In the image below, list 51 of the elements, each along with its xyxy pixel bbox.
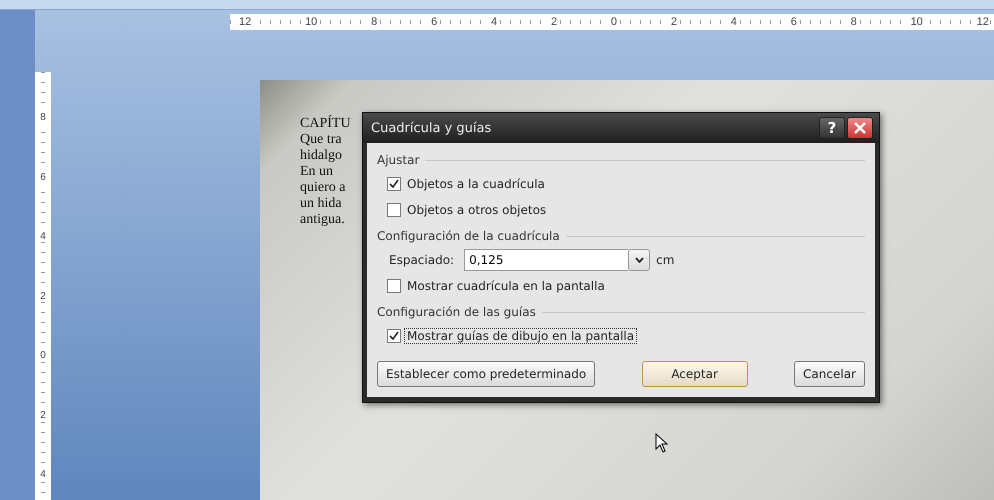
dialog-button[interactable]: Cancelar	[794, 361, 865, 387]
ruler-number: 2	[550, 16, 558, 28]
ruler-number: 8	[370, 16, 378, 28]
section-heading: Configuración de la cuadrícula	[377, 229, 560, 243]
dialog-button[interactable]: Aceptar	[642, 361, 748, 387]
ruler-number: 6	[40, 172, 46, 182]
ruler-number: 10	[910, 16, 924, 28]
document-text: CAPÍTU	[300, 116, 351, 132]
dialog-title: Cuadrícula y guías	[371, 120, 492, 136]
close-icon	[854, 122, 866, 134]
dialog-button[interactable]: Establecer como predeterminado	[377, 361, 596, 387]
document-text: hidalgo	[300, 148, 342, 164]
ruler-number: 2	[670, 16, 678, 28]
checkbox[interactable]	[387, 329, 401, 343]
close-button[interactable]	[847, 117, 873, 139]
checkbox[interactable]	[387, 279, 401, 293]
document-text: Que tra	[300, 132, 342, 148]
chevron-down-icon	[634, 257, 644, 263]
mouse-pointer-icon	[655, 433, 669, 453]
ruler-number: 0	[610, 16, 618, 28]
ruler-number: 4	[40, 231, 46, 242]
checkbox-label[interactable]: Mostrar guías de dibujo en la pantalla	[405, 329, 636, 343]
ruler-number: 6	[430, 16, 438, 28]
ruler-number: 4	[730, 16, 738, 28]
checkbox-label[interactable]: Objetos a otros objetos	[405, 203, 548, 217]
ruler-number: 8	[40, 112, 46, 123]
ruler-number: 10	[304, 16, 318, 28]
help-button[interactable]: ?	[819, 117, 845, 139]
checkbox[interactable]	[387, 203, 401, 217]
checkbox[interactable]	[387, 177, 401, 191]
field-label: Espaciado:	[388, 253, 456, 267]
ruler-number: 2	[40, 290, 46, 302]
unit-label: cm	[655, 253, 676, 267]
checkbox-label[interactable]: Mostrar cuadrícula en la pantalla	[405, 279, 607, 293]
spacing-input-field[interactable]: 0,125	[464, 249, 628, 271]
section-heading: Ajustar	[377, 153, 420, 167]
ruler-number: 4	[490, 16, 498, 28]
ruler-number: 0	[40, 350, 46, 361]
document-text: En un	[300, 164, 334, 180]
ruler-number: 12	[976, 16, 990, 28]
document-text: un hida	[300, 196, 342, 212]
ruler-number: 12	[238, 16, 252, 28]
dropdown-button[interactable]	[628, 249, 650, 271]
ruler-number: 2	[40, 410, 46, 420]
ruler-number: 6	[790, 16, 798, 28]
checkbox-label[interactable]: Objetos a la cuadrícula	[405, 177, 547, 191]
document-text: quiero a	[300, 180, 346, 196]
ruler-number: 8	[850, 16, 858, 28]
document-text: antigua.	[300, 212, 345, 228]
section-heading: Configuración de las guías	[377, 305, 536, 319]
ruler-number: 4	[40, 469, 46, 480]
